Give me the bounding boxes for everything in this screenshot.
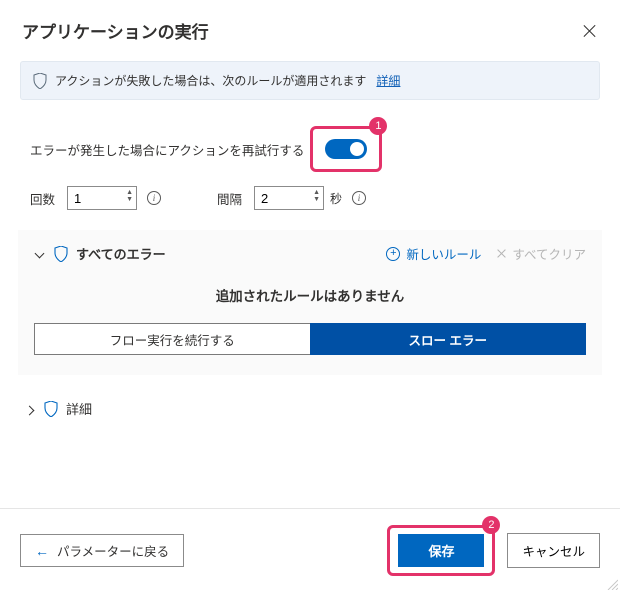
info-banner-text: アクションが失敗した場合は、次のルールが適用されます [55, 72, 366, 89]
shield-icon [33, 73, 47, 89]
count-spin-down-icon[interactable]: ▼ [126, 196, 133, 203]
no-rules-message: 追加されたルールはありません [34, 277, 586, 323]
callout-badge-2: 2 [482, 516, 500, 534]
plus-circle-icon: + [386, 247, 400, 261]
close-icon[interactable] [582, 23, 598, 39]
chevron-right-icon [24, 403, 36, 415]
new-rule-button[interactable]: + 新しいルール [386, 244, 481, 263]
all-errors-panel: すべてのエラー + 新しいルール すべてクリア 追加されたルールはありません フ… [18, 230, 602, 375]
interval-info-icon[interactable]: i [352, 191, 366, 205]
dialog-title: アプリケーションの実行 [22, 18, 209, 43]
new-rule-label: 新しいルール [406, 244, 481, 263]
detail-section-title: 詳細 [66, 399, 92, 418]
callout-marker-2: 2 保存 [387, 525, 495, 576]
shield-icon [54, 246, 68, 262]
info-banner: アクションが失敗した場合は、次のルールが適用されます 詳細 [20, 61, 600, 100]
arrow-left-icon: ← [35, 544, 49, 558]
all-errors-header[interactable]: すべてのエラー [34, 244, 166, 263]
count-info-icon[interactable]: i [147, 191, 161, 205]
shield-icon [44, 401, 58, 417]
seconds-suffix: 秒 [330, 190, 342, 207]
all-errors-title: すべてのエラー [76, 244, 166, 263]
back-to-parameters-button[interactable]: ← パラメーターに戻る [20, 534, 184, 567]
throw-error-button[interactable]: スロー エラー [310, 323, 587, 355]
callout-marker-1: 1 [310, 126, 382, 172]
save-button[interactable]: 保存 [398, 534, 484, 567]
clear-all-label: すべてクリア [512, 244, 586, 263]
resize-grip-icon[interactable] [606, 578, 618, 590]
count-label: 回数 [30, 189, 55, 208]
detail-section-header[interactable]: 詳細 [0, 387, 620, 426]
info-detail-link[interactable]: 詳細 [376, 72, 400, 89]
callout-badge-1: 1 [369, 117, 387, 135]
clear-all-button: すべてクリア [497, 244, 586, 263]
continue-flow-button[interactable]: フロー実行を続行する [34, 323, 310, 355]
x-icon [497, 249, 506, 258]
retry-toggle[interactable] [325, 139, 367, 159]
chevron-down-icon [34, 248, 46, 260]
back-label: パラメーターに戻る [57, 541, 169, 560]
retry-toggle-label: エラーが発生した場合にアクションを再試行する [30, 140, 304, 159]
interval-spin-down-icon[interactable]: ▼ [313, 196, 320, 203]
interval-spin-up-icon[interactable]: ▲ [313, 189, 320, 196]
count-spin-up-icon[interactable]: ▲ [126, 189, 133, 196]
cancel-button[interactable]: キャンセル [507, 533, 600, 568]
interval-label: 間隔 [217, 189, 242, 208]
